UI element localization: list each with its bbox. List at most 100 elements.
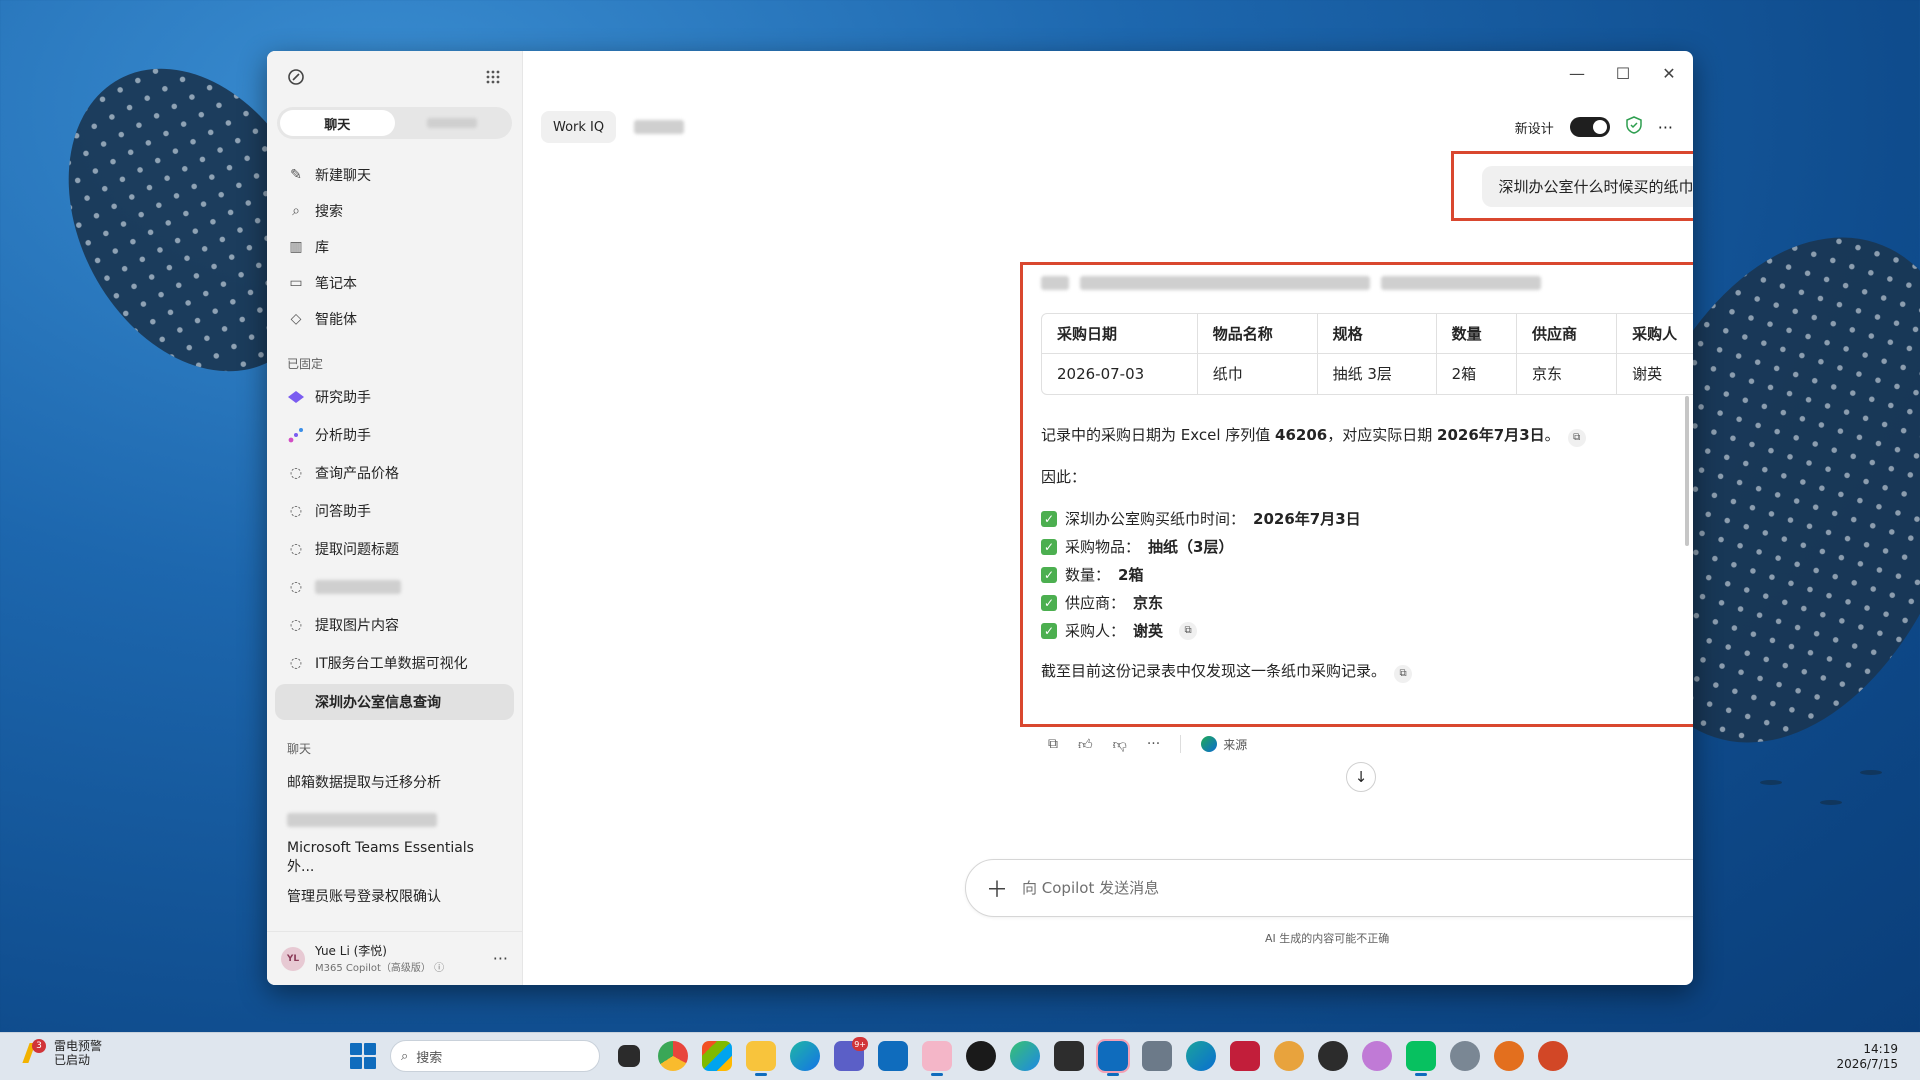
scrollbar[interactable]	[1685, 396, 1689, 546]
chat-item-redacted[interactable]	[267, 801, 522, 839]
library-icon: ▥	[289, 239, 303, 255]
chat-bubble-icon: ◌	[289, 465, 303, 481]
source-button[interactable]: 来源	[1201, 736, 1247, 753]
purchase-table: 采购日期 物品名称 规格 数量 供应商 采购人 2026-07-03 纸巾 抽纸…	[1041, 313, 1693, 395]
pinned-item-analyst[interactable]: 分析助手	[267, 416, 522, 454]
powerpoint-icon[interactable]	[1538, 1041, 1568, 1071]
windows-start-icon[interactable]	[350, 1043, 376, 1069]
paint-icon[interactable]	[1230, 1041, 1260, 1071]
citation-icon[interactable]: ⧉	[1179, 622, 1198, 640]
chat-bubble-icon: ◌	[289, 541, 303, 557]
terminal-icon[interactable]	[1054, 1041, 1084, 1071]
settings-gear-icon[interactable]	[1274, 1041, 1304, 1071]
edge-dev-icon[interactable]	[1010, 1041, 1040, 1071]
copy-icon[interactable]: ⧉	[1048, 736, 1058, 752]
sidebar-item-notebook[interactable]: ▭ 笔记本	[267, 265, 522, 301]
citation-icon[interactable]: ⧉	[1394, 665, 1413, 683]
taskbar-search[interactable]: ⌕ 搜索	[390, 1040, 600, 1072]
edge-beta-icon[interactable]	[1186, 1041, 1216, 1071]
taskbar-apps: ⌕ 搜索 9+	[350, 1037, 1568, 1076]
pinned-item-price[interactable]: ◌ 查询产品价格	[267, 454, 522, 492]
weather-widget[interactable]: 3 雷电预警 已启动	[22, 1039, 102, 1067]
more-icon[interactable]: ···	[1147, 736, 1160, 752]
chat-bubble-icon: ◌	[289, 579, 303, 595]
more-options-icon[interactable]: ···	[1658, 118, 1673, 137]
sidebar-item-label: 笔记本	[315, 276, 357, 292]
magnifier-icon[interactable]	[1494, 1041, 1524, 1071]
pinned-item-label: 提取问题标题	[315, 542, 399, 558]
sidebar-menu: ✎ 新建聊天 ⌕ 搜索 ▥ 库 ▭ 笔记本 ◇ 智能体	[267, 157, 522, 337]
wallpaper-fish	[1760, 780, 1782, 785]
answer-paragraph: 因此：	[1041, 468, 1087, 486]
weather-subtitle: 已启动	[54, 1053, 91, 1067]
research-agent-icon	[287, 388, 305, 406]
sidebar-item-agents[interactable]: ◇ 智能体	[267, 301, 522, 337]
thumbs-up-icon[interactable]: 👍︎	[1078, 736, 1093, 753]
citation-icon[interactable]: ⧉	[1567, 429, 1586, 447]
chat-item[interactable]: 管理员账号登录权限确认	[267, 877, 522, 915]
copilot-app-icon[interactable]	[922, 1041, 952, 1076]
qq-icon[interactable]	[966, 1041, 996, 1071]
pinned-item-label: 提取图片内容	[315, 618, 399, 634]
new-design-toggle[interactable]	[1569, 117, 1610, 137]
sidebar-item-new-chat[interactable]: ✎ 新建聊天	[267, 157, 522, 193]
pinned-item-research[interactable]: 研究助手	[267, 378, 522, 416]
info-icon[interactable]: ⓘ	[434, 963, 444, 974]
chat-item[interactable]: Microsoft Teams Essentials 外...	[267, 839, 522, 877]
pinned-item-extract-title[interactable]: ◌ 提取问题标题	[267, 530, 522, 568]
check-icon: ✓	[1041, 511, 1057, 527]
system-clock[interactable]: 14:19 2026/7/15	[1836, 1042, 1898, 1072]
answer-list: ✓ 深圳办公室购买纸巾时间： 2026年7月3日 ✓ 采购物品： 抽纸（3层） ✓ 数量：…	[1041, 505, 1693, 645]
pinned-item-shenzhen-office[interactable]: 深圳办公室信息查询	[275, 684, 514, 720]
pinned-item-it-service[interactable]: ◌ IT服务台工单数据可视化	[267, 644, 522, 682]
task-view-icon[interactable]	[618, 1045, 640, 1067]
copilot-logo-icon[interactable]	[285, 66, 307, 88]
edge-icon[interactable]	[790, 1041, 820, 1071]
chrome-icon[interactable]	[658, 1041, 688, 1071]
cat-app-icon[interactable]	[1362, 1041, 1392, 1071]
check-icon: ✓	[1041, 595, 1057, 611]
teams-icon[interactable]: 9+	[834, 1037, 868, 1071]
sidebar-item-library[interactable]: ▥ 库	[267, 229, 522, 265]
pinned-item-redacted[interactable]: ◌	[267, 568, 522, 606]
calculator-icon[interactable]	[1142, 1041, 1172, 1071]
shield-check-icon[interactable]	[1625, 116, 1642, 138]
outlook-new-icon[interactable]	[1096, 1039, 1130, 1076]
list-item: ✓ 采购物品： 抽纸（3层）	[1041, 533, 1693, 561]
table-cell: 纸巾	[1198, 354, 1318, 394]
add-attachment-icon[interactable]: ＋	[986, 872, 1008, 904]
table-header: 物品名称	[1197, 314, 1318, 354]
sidebar-item-label: 智能体	[315, 312, 357, 328]
list-item: ✓ 数量： 2箱	[1041, 561, 1693, 589]
file-explorer-icon[interactable]	[746, 1041, 776, 1076]
tab-chat[interactable]: 聊天	[280, 110, 395, 136]
more-icon[interactable]: ···	[493, 949, 508, 968]
message-input[interactable]	[1022, 879, 1693, 897]
source-icon	[1201, 736, 1218, 752]
pinned-item-label: 查询产品价格	[315, 466, 399, 482]
chat-item[interactable]: 邮箱数据提取与迁移分析	[267, 763, 522, 801]
table-header: 供应商	[1516, 314, 1618, 354]
tab-redacted[interactable]	[395, 110, 510, 136]
pinned-item-extract-image[interactable]: ◌ 提取图片内容	[267, 606, 522, 644]
work-iq-chip[interactable]: Work IQ	[541, 111, 617, 143]
system-settings-icon[interactable]	[1450, 1041, 1480, 1071]
wallpaper-fish	[1860, 770, 1882, 775]
new-design-label: 新设计	[1514, 121, 1554, 137]
store-icon[interactable]	[702, 1041, 732, 1071]
openai-icon[interactable]	[1318, 1041, 1348, 1071]
sidebar-item-search[interactable]: ⌕ 搜索	[267, 193, 522, 229]
close-icon[interactable]: ✕	[1657, 61, 1681, 85]
user-profile[interactable]: YL Yue Li (李悦) M365 Copilot（高级版） ⓘ ···	[267, 931, 522, 985]
minimize-icon[interactable]: —	[1565, 61, 1589, 85]
answer-actions: ⧉ 👍︎ 👎︎ ··· 来源	[1048, 735, 1247, 753]
wechat-icon[interactable]	[1406, 1041, 1436, 1076]
scroll-down-button[interactable]: ↓	[1346, 762, 1376, 792]
answer-footer: 截至目前这份记录表中仅发现这一条纸巾采购记录。 ⧉	[1041, 661, 1693, 683]
apps-grid-icon[interactable]	[482, 66, 504, 88]
thumbs-down-icon[interactable]: 👎︎	[1113, 736, 1127, 753]
message-composer: ＋	[965, 859, 1693, 917]
outlook-icon[interactable]	[878, 1041, 908, 1071]
pinned-item-qa[interactable]: ◌ 问答助手	[267, 492, 522, 530]
maximize-icon[interactable]: ☐	[1611, 61, 1635, 85]
